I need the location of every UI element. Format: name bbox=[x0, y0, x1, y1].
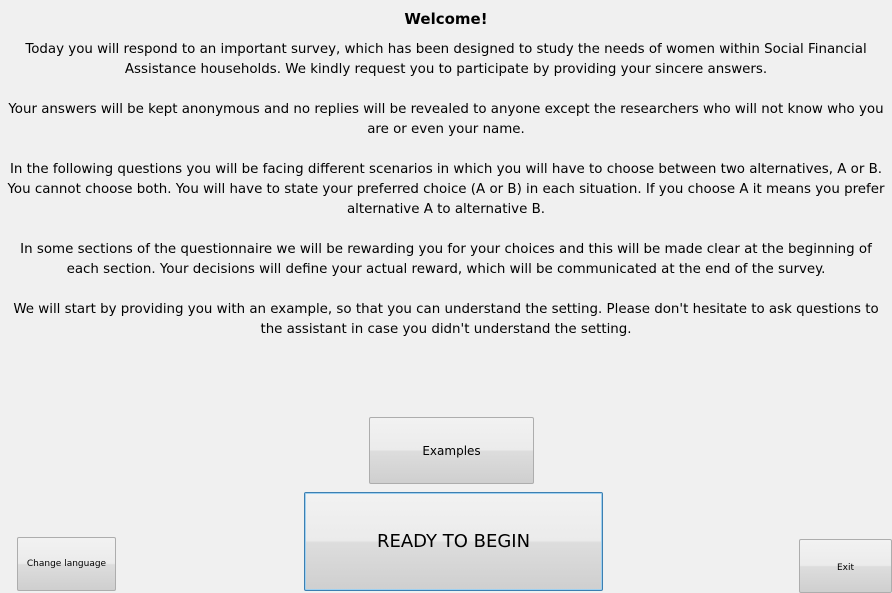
exit-button-label: Exit bbox=[836, 563, 855, 573]
welcome-screen: Welcome! Today you will respond to an im… bbox=[0, 0, 892, 593]
intro-paragraph-rewards: In some sections of the questionnaire we… bbox=[20, 242, 872, 277]
intro-paragraph-anonymity: Your answers will be kept anonymous and … bbox=[8, 102, 884, 137]
ready-to-begin-button-label: READY TO BEGIN bbox=[376, 531, 531, 552]
ready-to-begin-button[interactable]: READY TO BEGIN bbox=[304, 492, 603, 591]
intro-paragraph-example: We will start by providing you with an e… bbox=[13, 302, 879, 337]
intro-paragraph-choices: In the following questions you will be f… bbox=[7, 162, 885, 217]
exit-button[interactable]: Exit bbox=[799, 539, 892, 593]
intro-paragraph-purpose: Today you will respond to an important s… bbox=[25, 42, 867, 77]
change-language-button-label: Change language bbox=[26, 559, 107, 569]
intro-text: Today you will respond to an important s… bbox=[4, 40, 888, 360]
examples-button-label: Examples bbox=[422, 443, 481, 458]
page-title: Welcome! bbox=[404, 10, 488, 28]
change-language-button[interactable]: Change language bbox=[17, 537, 116, 591]
examples-button[interactable]: Examples bbox=[369, 417, 534, 484]
